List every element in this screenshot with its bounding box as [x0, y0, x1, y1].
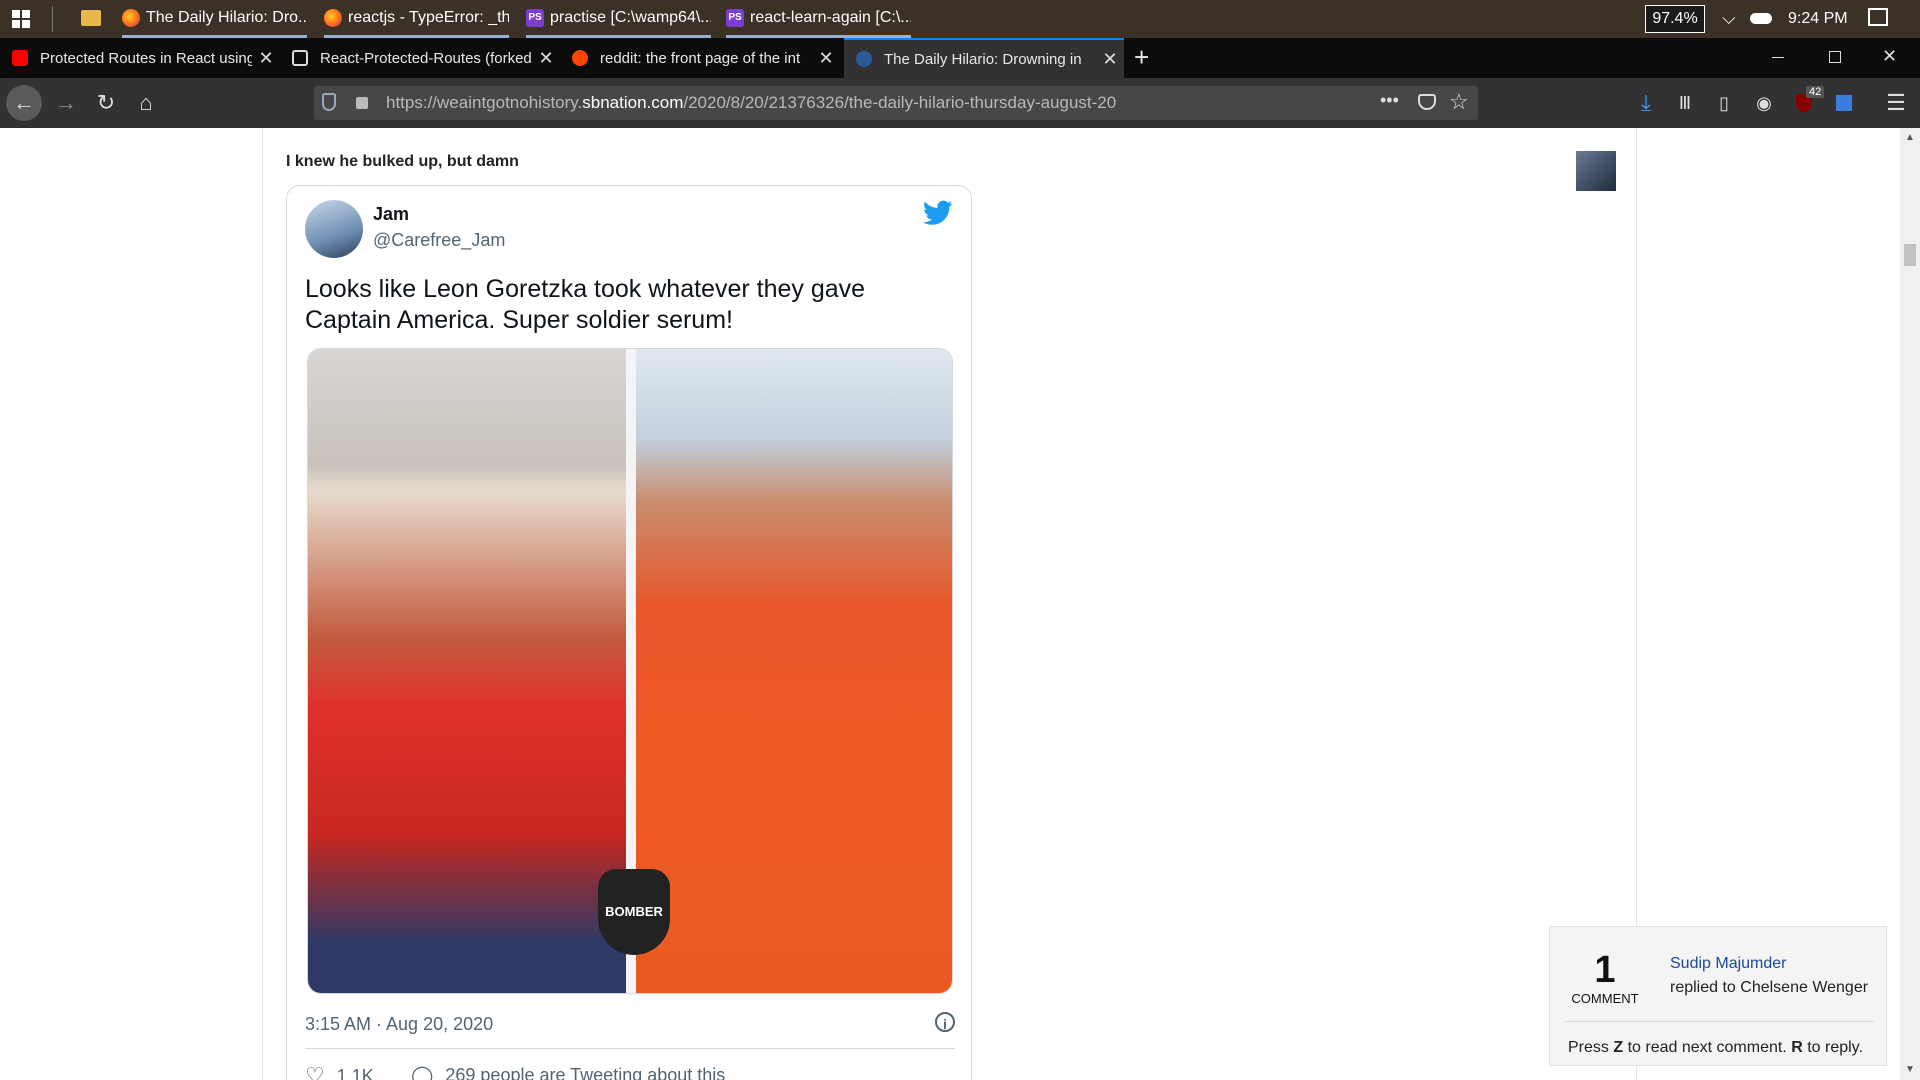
page-actions-ellipsis-icon[interactable]: •••: [1380, 90, 1399, 111]
close-icon[interactable]: ✕: [1096, 49, 1124, 70]
translate-icon[interactable]: [1826, 85, 1862, 121]
reload-icon[interactable]: ↻: [88, 85, 124, 121]
bomber-watermark-logo: BOMBER: [598, 869, 670, 955]
taskbar-app-reactjs[interactable]: reactjs - TypeError: _th...: [324, 0, 509, 38]
taskbar-app-label: The Daily Hilario: Dro...: [146, 8, 307, 26]
tab-label: reddit: the front page of the int: [600, 49, 801, 67]
photo-left-player: [308, 349, 626, 993]
chevron-down-icon[interactable]: ⌵: [1722, 8, 1736, 29]
close-icon[interactable]: ✕: [252, 48, 280, 69]
firefox-icon: [324, 8, 342, 27]
taskbar-app-label: practise [C:\wamp64\...: [550, 8, 711, 26]
codesandbox-icon: [292, 50, 308, 66]
downloads-icon[interactable]: ⤓: [1628, 85, 1664, 121]
account-icon[interactable]: ◉: [1746, 85, 1782, 121]
tab-protected-routes-youtube[interactable]: Protected Routes in React using ✕: [0, 38, 280, 78]
firefox-icon: [122, 8, 140, 27]
tab-label: The Daily Hilario: Drowning in: [884, 50, 1082, 68]
tab-react-protected-routes[interactable]: React-Protected-Routes (forked ✕: [280, 38, 560, 78]
heart-icon: ♡: [305, 1063, 325, 1080]
tweet-divider: [305, 1048, 955, 1049]
tracking-protection-shield-icon[interactable]: [322, 93, 336, 111]
taskbar-app-practise[interactable]: PS practise [C:\wamp64\...: [526, 0, 711, 38]
page-scrollbar[interactable]: ▲ ▼: [1900, 128, 1920, 1080]
avatar[interactable]: [305, 200, 363, 258]
taskbar-app-label: reactjs - TypeError: _th...: [348, 8, 509, 26]
twitter-bird-icon[interactable]: [922, 200, 953, 231]
pocket-icon[interactable]: [1418, 94, 1436, 110]
browser-tab-strip: Protected Routes in React using ✕ React-…: [0, 38, 1920, 78]
clock[interactable]: 9:24 PM: [1788, 10, 1848, 28]
info-icon[interactable]: i: [935, 1012, 955, 1032]
taskbar-app-label: react-learn-again [C:\...: [750, 8, 911, 26]
onedrive-cloud-icon[interactable]: [1750, 13, 1772, 24]
comment-user-link[interactable]: Sudip Majumder: [1670, 955, 1787, 973]
tab-reddit[interactable]: reddit: the front page of the int ✕: [560, 38, 840, 78]
sbnation-icon: [856, 51, 872, 67]
scrollbar-thumb[interactable]: [1904, 244, 1916, 266]
new-tab-plus-icon[interactable]: +: [1134, 42, 1149, 73]
photo-right-player: [636, 349, 952, 993]
comment-notification-panel[interactable]: 1 COMMENT Sudip Majumder replied to Chel…: [1549, 926, 1887, 1066]
scroll-down-arrow-icon[interactable]: ▼: [1905, 1064, 1915, 1075]
tweet-author-handle[interactable]: @Carefree_Jam: [373, 230, 505, 251]
forward-arrow-icon[interactable]: →: [48, 85, 84, 121]
phpstorm-icon: PS: [526, 8, 544, 27]
extension-badge: 42: [1806, 86, 1825, 98]
back-arrow-icon[interactable]: ←: [6, 85, 42, 121]
hamburger-menu-icon[interactable]: ☰: [1878, 85, 1914, 121]
home-icon[interactable]: ⌂: [128, 85, 164, 121]
lock-icon[interactable]: [356, 97, 368, 109]
windows-taskbar: The Daily Hilario: Dro... reactjs - Type…: [0, 0, 1920, 38]
tab-daily-hilario[interactable]: The Daily Hilario: Drowning in ✕: [844, 38, 1124, 78]
comment-count-label: COMMENT: [1571, 991, 1639, 1006]
bookmark-star-icon[interactable]: ☆: [1449, 89, 1469, 115]
tweeting-about-text: 269 people are Tweeting about this: [445, 1065, 726, 1080]
speech-bubble-icon: ◯: [411, 1065, 434, 1080]
tab-label: Protected Routes in React using: [40, 49, 252, 67]
comment-divider: [1564, 1021, 1874, 1022]
close-window-icon[interactable]: ✕: [1882, 46, 1897, 67]
content-left-border: [262, 128, 263, 1080]
tab-label: React-Protected-Routes (forked: [320, 49, 532, 67]
like-count: 1.1K: [336, 1065, 374, 1080]
sidebar-icon[interactable]: ▯: [1706, 85, 1742, 121]
scroll-up-arrow-icon[interactable]: ▲: [1905, 132, 1915, 143]
tweet-author-name[interactable]: Jam: [373, 204, 409, 225]
keyboard-hint: Press Z to read next comment. R to reply…: [1568, 1039, 1863, 1056]
embedded-tweet[interactable]: Jam @Carefree_Jam Looks like Leon Goretz…: [286, 185, 972, 1080]
minimize-window-icon[interactable]: [1772, 57, 1784, 58]
navigation-toolbar: ← → ↻ ⌂ https://weaintgotnohistory.sbnat…: [0, 78, 1920, 128]
tweet-photo[interactable]: BOMBER: [307, 348, 953, 994]
close-icon[interactable]: ✕: [812, 48, 840, 69]
article-caption: I knew he bulked up, but damn: [286, 153, 519, 170]
comment-action-text: replied to Chelsene Wenger: [1670, 979, 1869, 996]
tweet-conversation-link[interactable]: ◯ 269 people are Tweeting about this: [411, 1063, 725, 1080]
tweet-text: Looks like Leon Goretzka took whatever t…: [305, 275, 866, 334]
sidebar-thumbnail-image[interactable]: [1576, 151, 1616, 191]
tweet-timestamp[interactable]: 3:15 AM · Aug 20, 2020: [305, 1014, 493, 1035]
taskbar-app-daily-hilario[interactable]: The Daily Hilario: Dro...: [122, 0, 307, 38]
reddit-icon: [572, 50, 588, 66]
windows-start-icon[interactable]: [12, 10, 30, 28]
comment-count: 1: [1594, 949, 1616, 991]
url-bar[interactable]: https://weaintgotnohistory.sbnation.com/…: [314, 86, 1478, 120]
close-icon[interactable]: ✕: [532, 48, 560, 69]
file-explorer-icon[interactable]: [81, 10, 101, 26]
youtube-icon: [12, 50, 28, 66]
restore-window-icon[interactable]: [1829, 51, 1841, 63]
notifications-icon[interactable]: [1868, 8, 1888, 26]
battery-indicator[interactable]: 97.4%: [1645, 5, 1705, 33]
phpstorm-icon: PS: [726, 8, 744, 27]
taskbar-app-react-learn[interactable]: PS react-learn-again [C:\...: [726, 0, 911, 38]
library-icon[interactable]: Ⅲ: [1667, 85, 1703, 121]
url-text[interactable]: https://weaintgotnohistory.sbnation.com/…: [386, 93, 1116, 113]
tweet-like-button[interactable]: ♡ 1.1K: [305, 1063, 374, 1080]
